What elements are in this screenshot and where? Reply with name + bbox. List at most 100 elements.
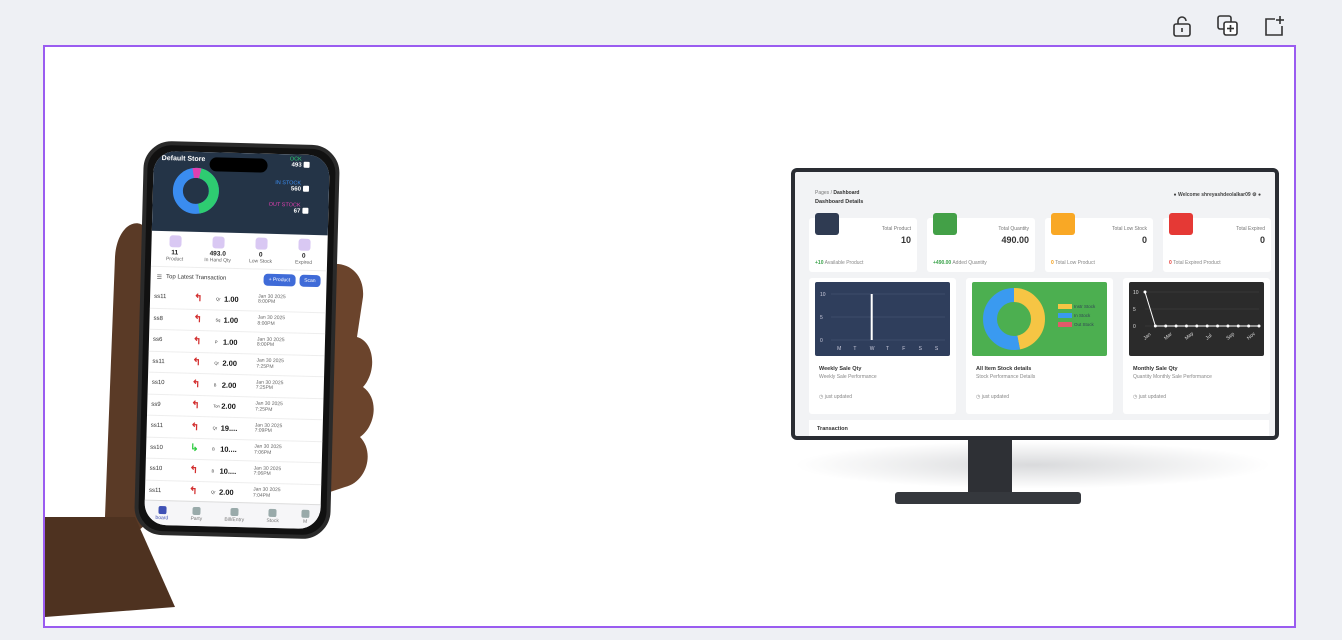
y-tick-label: 0 [820, 338, 823, 344]
low-stock-icon [254, 237, 268, 250]
monthly-sale-card: 10 5 0 Jan Mar May Jul Sep Nov Monthly Sale Qty … [1123, 278, 1270, 414]
data-point [1205, 324, 1209, 328]
card-footer: 0 Total Expired Product [1169, 260, 1221, 266]
grid-icon [301, 509, 310, 518]
monitor-shadow [793, 441, 1273, 489]
row-name: ss10 [150, 444, 163, 451]
monthly-sale-chart: 10 5 0 Jan Mar May Jul Sep Nov [1133, 290, 1261, 342]
stock-donut-chart [172, 167, 219, 214]
unlock-icon[interactable] [1170, 14, 1194, 38]
data-point [1143, 290, 1147, 294]
row-qty: 2.00 [218, 487, 234, 498]
arrow-up-icon: ↰ [193, 292, 203, 304]
add-product-button[interactable]: + Product [263, 273, 296, 287]
legend-checkbox[interactable] [302, 185, 310, 192]
nav-dashboard[interactable]: board [155, 505, 168, 521]
nav-party[interactable]: Party [190, 506, 202, 522]
card-subtitle: Stock Performance Details [976, 374, 1036, 380]
nav-stock[interactable]: Stock [266, 508, 279, 524]
row-name: ss11 [152, 358, 165, 365]
hand-box-icon [211, 236, 225, 249]
data-point [1216, 324, 1220, 328]
breadcrumb: Pages / Dashboard [815, 190, 860, 196]
updated-text: ◷ just updated [976, 394, 1010, 400]
bill-icon [230, 507, 239, 516]
card-icon [1051, 213, 1075, 235]
data-point [1195, 324, 1199, 328]
card-title: All Item Stock details [976, 366, 1032, 372]
row-name: ss10 [149, 466, 163, 473]
updated-text: ◷ just updated [819, 394, 853, 400]
card-value: 0 [1141, 235, 1147, 245]
row-unit: Qr [214, 360, 219, 366]
row-qty: 10.... [220, 444, 237, 455]
legend-item: OUT STOCK 67 [268, 201, 301, 215]
row-date: Jan 30 2025 7:06PM [253, 465, 282, 478]
card-subtitle: Weekly Sale Performance [819, 374, 877, 380]
design-canvas[interactable]: Default Store OCK 493 IN STOCK 560 OUT STO… [43, 45, 1296, 628]
legend-label: In Stock [1074, 313, 1091, 318]
row-qty: 19.... [220, 423, 238, 433]
card-title: Weekly Sale Qty [819, 366, 862, 372]
row-unit: Qr [210, 489, 216, 495]
row-name: ss10 [151, 380, 165, 387]
row-unit: B [212, 446, 215, 452]
row-qty: 2.00 [221, 401, 236, 412]
row-unit: P [214, 339, 218, 345]
x-tick-label: F [902, 346, 905, 352]
arrow-up-icon: ↰ [191, 378, 201, 390]
stock-donut-chart: Instr Stock In Stock Out Stock [983, 288, 1096, 350]
phone-screen: Default Store OCK 493 IN STOCK 560 OUT STO… [144, 150, 330, 530]
row-date: Jan 30 2025 7:25PM [255, 379, 284, 392]
stat-low-stock[interactable]: 0 Low Stock [240, 237, 281, 265]
x-tick-label: S [935, 346, 939, 352]
section-title: Top Latest Transaction [165, 274, 227, 282]
transaction-list: ss11 ↰ Qr 1.00 Jan 30 2025 8:00PM ss8 ↰ Sq… [144, 286, 327, 507]
page-title: Dashboard Details [815, 199, 864, 205]
card-value: 0 [1259, 235, 1265, 245]
row-date: Jan 30 2025 7:25PM [255, 400, 283, 413]
arrow-up-icon: ↰ [188, 486, 198, 498]
card-label: Total Low Stock [1111, 226, 1147, 232]
stat-expired[interactable]: 0 Expired [283, 238, 324, 266]
welcome-text: ● Welcome shreyashdeolalkar09 ⚙ ● [1173, 192, 1261, 198]
stat-in-hand-qty[interactable]: 493.0 In Hand Qty [198, 236, 239, 264]
row-date: Jan 30 2025 7:25PM [256, 357, 285, 370]
row-unit: Qr [216, 296, 221, 302]
data-point [1247, 324, 1251, 328]
x-tick-label: Sep [1225, 331, 1236, 341]
scan-button[interactable]: Scan [299, 274, 321, 288]
arrow-up-icon: ↰ [192, 357, 201, 369]
data-point [1153, 324, 1157, 328]
updated-text: ◷ just updated [1133, 394, 1167, 400]
card-footer: +490.00 Added Quantity [933, 260, 987, 266]
row-name: ss8 [153, 315, 163, 322]
x-tick-label: Jan [1142, 332, 1152, 342]
add-frame-icon[interactable] [1262, 14, 1286, 38]
gear-icon[interactable]: ⚙ [1252, 192, 1256, 198]
monitor-neck [968, 440, 1012, 496]
x-tick-label: Mar [1163, 331, 1174, 341]
card-subtitle: Quantity Monthly Sale Performance [1133, 374, 1212, 380]
data-point [1236, 324, 1240, 328]
nav-more[interactable]: M [301, 509, 310, 524]
legend-checkbox[interactable] [303, 161, 310, 168]
stat-product[interactable]: 11 Product [155, 235, 196, 263]
user-icon[interactable]: ● [1258, 192, 1261, 198]
duplicate-icon[interactable] [1216, 14, 1240, 38]
row-qty: 2.00 [221, 380, 237, 390]
monitor-mockup: Pages / Dashboard Dashboard Details ● We… [791, 168, 1279, 440]
row-qty: 10.... [219, 466, 237, 476]
x-tick-label: W [870, 346, 875, 352]
nav-bill-entry[interactable]: Bill/Entry [224, 507, 244, 523]
card-footer: 0 Total Low Product [1051, 260, 1095, 266]
stat-card: Total Product 10 +10 Available Product [809, 213, 917, 272]
x-tick-label: T [886, 346, 889, 352]
stat-card: Total Low Stock 0 0 Total Low Product [1045, 213, 1153, 272]
row-name: ss11 [148, 487, 162, 494]
x-tick-label: T [853, 346, 856, 352]
y-tick-label: 5 [1133, 307, 1136, 313]
x-tick-label: M [837, 346, 841, 352]
legend-checkbox[interactable] [302, 207, 309, 214]
bottom-nav: board Party Bill/Entry Stock M [144, 499, 321, 530]
